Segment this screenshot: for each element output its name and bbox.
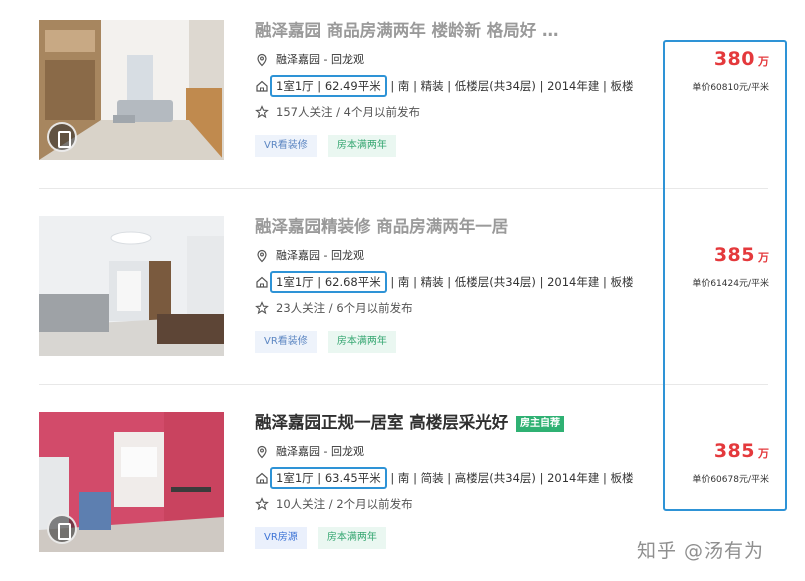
vr-icon[interactable]	[47, 514, 77, 544]
star-icon	[255, 497, 269, 511]
location-pin-icon	[257, 53, 267, 67]
tag-vr-decoration[interactable]: VR看装修	[255, 331, 317, 353]
tag-two-years: 房本满两年	[327, 135, 396, 157]
listing-photo[interactable]	[39, 216, 224, 356]
layout-area-highlight: 1室1厅 | 63.45平米	[270, 467, 387, 489]
house-icon	[256, 472, 268, 484]
address[interactable]: 融泽嘉园 - 回龙观	[255, 47, 665, 73]
tag-list: VR房源 房本满两年	[255, 525, 665, 549]
follow-info: 157人关注 / 4个月以前发布	[255, 99, 665, 125]
location-pin-icon	[257, 445, 267, 459]
follow-text: 157人关注 / 4个月以前发布	[276, 105, 420, 119]
watermark: 知乎 @汤有为	[637, 540, 765, 562]
tag-vr-listing[interactable]: VR房源	[255, 527, 307, 549]
divider	[39, 384, 768, 385]
house-details: | 南 | 简装 | 高楼层(共34层) | 2014年建 | 板楼	[390, 471, 634, 485]
address-text: 融泽嘉园 - 回龙观	[276, 53, 364, 66]
tag-two-years: 房本满两年	[327, 331, 396, 353]
address[interactable]: 融泽嘉园 - 回龙观	[255, 439, 665, 465]
follow-info: 23人关注 / 6个月以前发布	[255, 295, 665, 321]
house-info: 1室1厅 | 62.68平米 | 南 | 精装 | 低楼层(共34层) | 20…	[255, 269, 665, 295]
address-text: 融泽嘉园 - 回龙观	[276, 445, 364, 458]
house-info: 1室1厅 | 62.49平米 | 南 | 精装 | 低楼层(共34层) | 20…	[255, 73, 665, 99]
listing-title[interactable]: 融泽嘉园精装修 商品房满两年一居	[255, 216, 665, 238]
tag-list: VR看装修 房本满两年	[255, 133, 665, 157]
vr-icon[interactable]	[47, 122, 77, 152]
listing-photo[interactable]	[39, 20, 224, 160]
house-details: | 南 | 精装 | 低楼层(共34层) | 2014年建 | 板楼	[390, 79, 634, 93]
price-highlight-box	[663, 40, 787, 511]
star-icon	[255, 301, 269, 315]
house-details: | 南 | 精装 | 低楼层(共34层) | 2014年建 | 板楼	[390, 275, 634, 289]
location-pin-icon	[257, 249, 267, 263]
star-icon	[255, 105, 269, 119]
tag-vr-decoration[interactable]: VR看装修	[255, 135, 317, 157]
listing-photo[interactable]	[39, 412, 224, 552]
tag-two-years: 房本满两年	[317, 527, 386, 549]
tag-list: VR看装修 房本满两年	[255, 329, 665, 353]
follow-text: 23人关注 / 6个月以前发布	[276, 301, 413, 315]
listing-title[interactable]: 融泽嘉园 商品房满两年 楼龄新 格局好 …	[255, 20, 665, 42]
house-info: 1室1厅 | 63.45平米 | 南 | 简装 | 高楼层(共34层) | 20…	[255, 465, 665, 491]
listing-card[interactable]: 融泽嘉园精装修 商品房满两年一居 融泽嘉园 - 回龙观 1室1厅 | 62.68…	[39, 216, 769, 392]
layout-area-highlight: 1室1厅 | 62.49平米	[270, 75, 387, 97]
divider	[39, 188, 768, 189]
owner-recommend-badge: 房主自荐	[516, 416, 564, 432]
follow-info: 10人关注 / 2个月以前发布	[255, 491, 665, 517]
layout-area-highlight: 1室1厅 | 62.68平米	[270, 271, 387, 293]
house-icon	[256, 276, 268, 288]
address[interactable]: 融泽嘉园 - 回龙观	[255, 243, 665, 269]
listing-title[interactable]: 融泽嘉园正规一居室 高楼层采光好 房主自荐	[255, 412, 665, 434]
house-icon	[256, 80, 268, 92]
address-text: 融泽嘉园 - 回龙观	[276, 249, 364, 262]
listing-title-text[interactable]: 融泽嘉园正规一居室 高楼层采光好	[255, 413, 508, 432]
follow-text: 10人关注 / 2个月以前发布	[276, 497, 413, 511]
listing-card[interactable]: 融泽嘉园 商品房满两年 楼龄新 格局好 … 融泽嘉园 - 回龙观 1室1厅 | …	[39, 20, 769, 196]
